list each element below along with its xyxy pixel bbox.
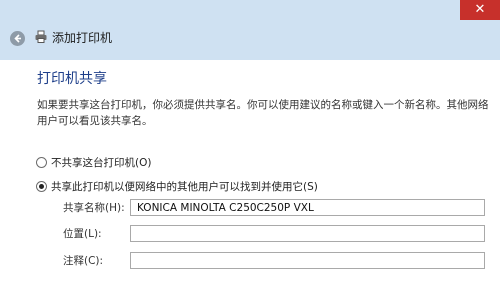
close-button[interactable]: ✕ <box>460 0 500 20</box>
no-share-option[interactable]: 不共享这台打印机(O) <box>36 155 151 169</box>
printer-icon <box>35 30 47 43</box>
share-option[interactable]: 共享此打印机以便网络中的其他用户可以找到并使用它(S) <box>36 179 318 193</box>
back-arrow-icon <box>14 34 21 43</box>
no-share-radio[interactable] <box>36 156 47 168</box>
back-button[interactable] <box>10 31 25 46</box>
share-radio[interactable] <box>36 180 47 192</box>
page-description: 如果要共享这台打印机，你必须提供共享名。你可以使用建议的名称或键入一个新名称。其… <box>37 99 489 127</box>
close-icon: ✕ <box>474 2 486 17</box>
share-name-label: 共享名称(H): <box>63 202 125 214</box>
no-share-label: 不共享这台打印机(O) <box>51 156 152 169</box>
location-input[interactable] <box>130 225 485 242</box>
share-label: 共享此打印机以便网络中的其他用户可以找到并使用它(S) <box>51 180 318 193</box>
window-title: 添加打印机 <box>52 31 113 45</box>
window-chrome: ✕ 添加打印机 <box>0 0 500 60</box>
location-label: 位置(L): <box>63 228 102 240</box>
wizard-content: 打印机共享 如果要共享这台打印机，你必须提供共享名。你可以使用建议的名称或键入一… <box>7 60 500 295</box>
page-heading: 打印机共享 <box>37 71 107 87</box>
comment-input[interactable] <box>130 252 485 269</box>
share-name-input[interactable]: KONICA MINOLTA C250C250P VXL <box>130 199 485 216</box>
comment-label: 注释(C): <box>63 255 104 267</box>
